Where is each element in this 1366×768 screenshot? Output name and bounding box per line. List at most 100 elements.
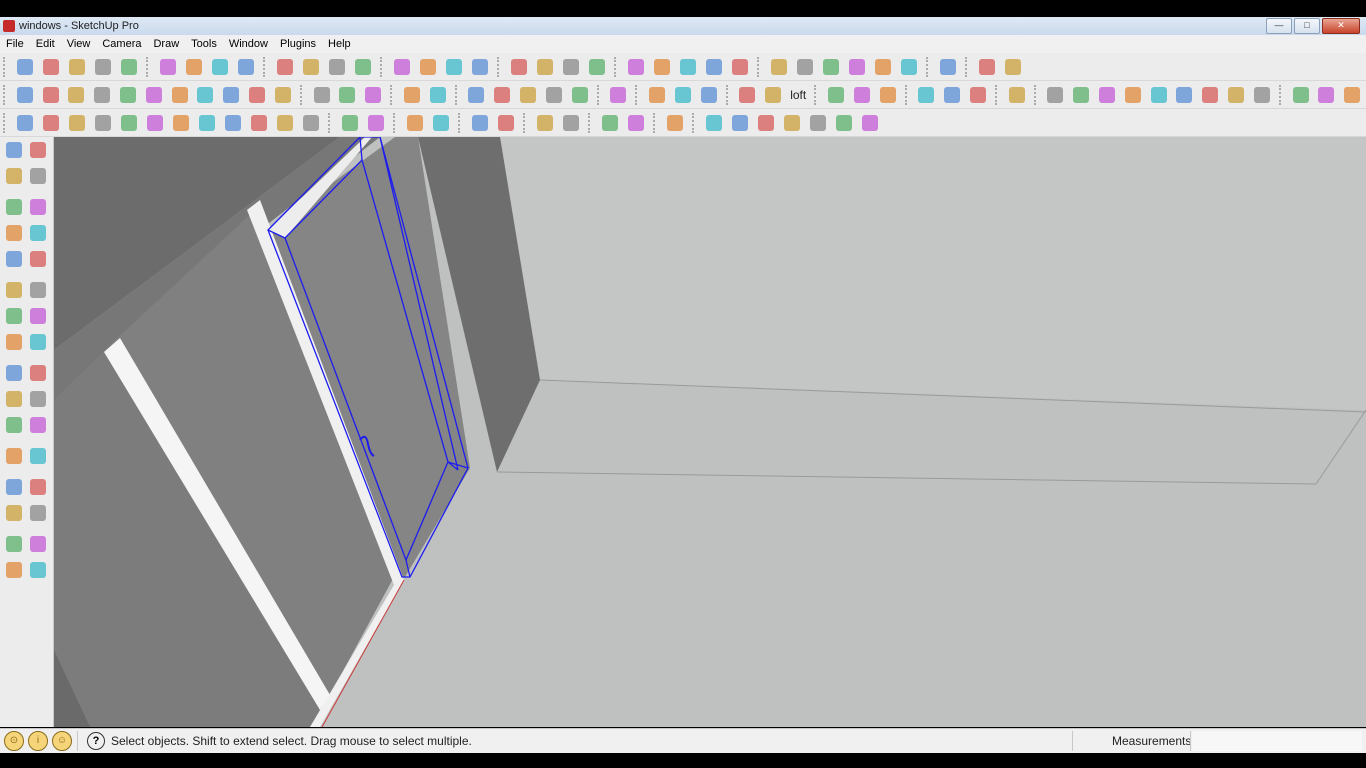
door-icon[interactable] xyxy=(663,112,687,134)
shape4-icon[interactable] xyxy=(1121,84,1145,106)
orbit-icon[interactable] xyxy=(390,56,414,78)
measure-icon[interactable] xyxy=(400,84,424,106)
bridge-icon[interactable] xyxy=(761,84,785,106)
question-badge-icon[interactable] xyxy=(91,112,115,134)
solid-split-icon[interactable] xyxy=(897,56,921,78)
rectangle-icon[interactable] xyxy=(2,196,26,218)
lock-open-icon[interactable] xyxy=(338,112,362,134)
box-alt-icon[interactable] xyxy=(671,84,695,106)
zoom-window-icon[interactable] xyxy=(26,476,50,498)
rotate-icon[interactable] xyxy=(2,305,26,327)
tape-measure-icon[interactable] xyxy=(208,56,232,78)
orbit-icon[interactable] xyxy=(2,445,26,467)
pan-icon[interactable] xyxy=(26,445,50,467)
dome-icon[interactable] xyxy=(542,84,566,106)
shape7-icon[interactable] xyxy=(1198,84,1222,106)
minimize-button[interactable]: — xyxy=(1266,18,1292,34)
polygon-icon[interactable] xyxy=(2,248,26,270)
spark-icon[interactable] xyxy=(221,112,245,134)
menu-view[interactable]: View xyxy=(61,38,97,50)
fillet-icon[interactable] xyxy=(219,84,243,106)
lock-icon[interactable] xyxy=(607,84,631,106)
shape2-icon[interactable] xyxy=(1069,84,1093,106)
paint-bucket-icon[interactable] xyxy=(2,165,26,187)
select-icon[interactable] xyxy=(2,139,26,161)
section-plane-icon[interactable] xyxy=(26,559,50,581)
sphere-icon[interactable] xyxy=(465,84,489,106)
cylinder-icon[interactable] xyxy=(697,84,721,106)
arch-icon[interactable] xyxy=(168,84,192,106)
zoom-icon[interactable] xyxy=(442,56,466,78)
r-badge-icon[interactable] xyxy=(65,112,89,134)
flower-icon[interactable] xyxy=(780,112,804,134)
component-icon[interactable] xyxy=(26,139,50,161)
gear-icon[interactable] xyxy=(1289,84,1313,106)
offset-icon[interactable] xyxy=(26,331,50,353)
target-icon[interactable] xyxy=(702,112,726,134)
previous-view-icon[interactable] xyxy=(2,502,26,524)
hand-icon[interactable] xyxy=(568,84,592,106)
push-pull-icon[interactable] xyxy=(273,56,297,78)
pan-icon[interactable] xyxy=(416,56,440,78)
loop-icon[interactable] xyxy=(736,84,760,106)
solid-union-icon[interactable] xyxy=(819,56,843,78)
3d-text-icon[interactable] xyxy=(26,414,50,436)
label-icon[interactable] xyxy=(117,112,141,134)
shell-icon[interactable] xyxy=(299,112,323,134)
position-camera-icon[interactable] xyxy=(2,533,26,555)
lathe-icon[interactable] xyxy=(335,84,359,106)
shape6-icon[interactable] xyxy=(1173,84,1197,106)
fold-icon[interactable] xyxy=(832,112,856,134)
user-status-icon[interactable]: ☺ xyxy=(52,731,72,751)
scale-icon[interactable] xyxy=(2,331,26,353)
eraser-icon[interactable] xyxy=(182,56,206,78)
push-pull-icon[interactable] xyxy=(26,279,50,301)
flag-icon[interactable] xyxy=(195,112,219,134)
align-icon[interactable] xyxy=(403,112,427,134)
gear3-icon[interactable] xyxy=(754,112,778,134)
walk-icon[interactable] xyxy=(2,559,26,581)
measurements-input[interactable] xyxy=(1192,731,1362,751)
loft-button[interactable]: loft xyxy=(787,84,809,106)
undo-blue-icon[interactable] xyxy=(598,112,622,134)
menu-edit[interactable]: Edit xyxy=(30,38,61,50)
right-view-icon[interactable] xyxy=(728,56,752,78)
tape-measure-icon[interactable] xyxy=(2,362,26,384)
eraser-icon[interactable] xyxy=(26,165,50,187)
pen-icon[interactable] xyxy=(1005,84,1029,106)
look-around-icon[interactable] xyxy=(26,533,50,555)
chamfer-icon[interactable] xyxy=(245,84,269,106)
rectangle-icon[interactable] xyxy=(65,56,89,78)
m-badge-icon[interactable] xyxy=(13,112,37,134)
next-view-icon[interactable] xyxy=(26,502,50,524)
close-button[interactable]: ✕ xyxy=(1322,18,1360,34)
drop2-icon[interactable] xyxy=(850,84,874,106)
menu-window[interactable]: Window xyxy=(223,38,274,50)
arc-icon[interactable] xyxy=(26,222,50,244)
bezier-icon[interactable] xyxy=(116,84,140,106)
geo-location-icon[interactable] xyxy=(975,56,999,78)
section-plane-icon[interactable] xyxy=(767,56,791,78)
rotate-axis-icon[interactable] xyxy=(915,84,939,106)
shadow-icon[interactable] xyxy=(585,56,609,78)
roof-icon[interactable] xyxy=(194,84,218,106)
axes-icon[interactable] xyxy=(2,414,26,436)
paint-bucket-icon[interactable] xyxy=(234,56,258,78)
pencil-icon[interactable] xyxy=(26,196,50,218)
circle-icon[interactable] xyxy=(2,222,26,244)
ball-icon[interactable] xyxy=(247,112,271,134)
dimension-icon[interactable] xyxy=(26,362,50,384)
menu-plugins[interactable]: Plugins xyxy=(274,38,322,50)
menu-camera[interactable]: Camera xyxy=(96,38,147,50)
follow-me-icon[interactable] xyxy=(26,305,50,327)
menu-file[interactable]: File xyxy=(0,38,30,50)
curve-tool-icon[interactable] xyxy=(1250,84,1274,106)
move-icon[interactable] xyxy=(299,56,323,78)
wasp-icon[interactable] xyxy=(273,112,297,134)
paper-icon[interactable] xyxy=(806,112,830,134)
follow-me-icon[interactable] xyxy=(351,56,375,78)
move-icon[interactable] xyxy=(2,279,26,301)
warehouse-icon[interactable] xyxy=(507,56,531,78)
tag-yellow-icon[interactable] xyxy=(39,112,63,134)
curve-icon[interactable] xyxy=(90,84,114,106)
